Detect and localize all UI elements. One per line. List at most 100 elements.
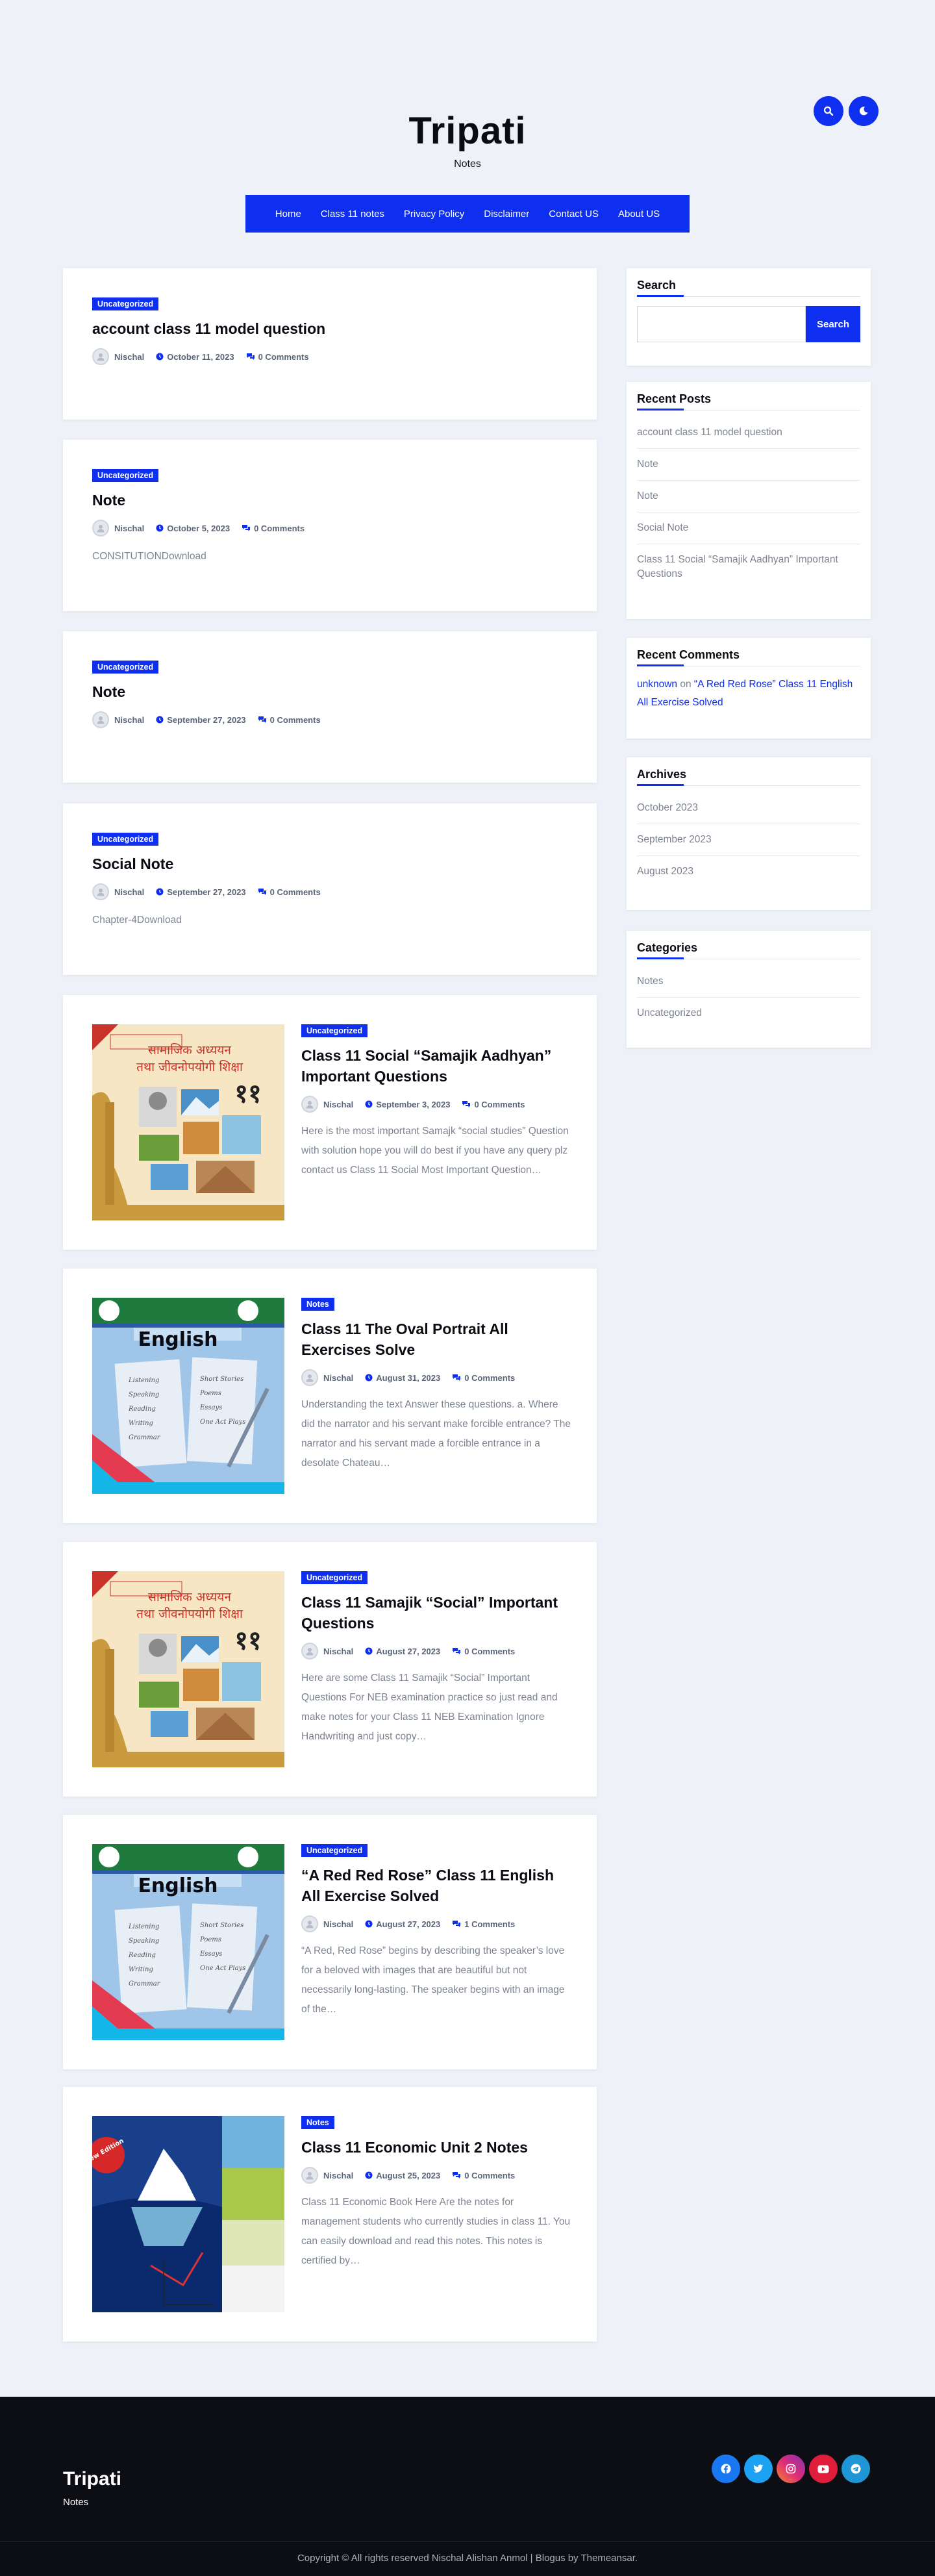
post-title[interactable]: Social Note: [92, 853, 566, 874]
post-thumbnail[interactable]: सामाजिक अध्ययन तथा जीवनोपयोगी शिक्षा ११: [92, 1024, 284, 1220]
post-thumbnail[interactable]: सामाजिक अध्ययन तथा जीवनोपयोगी शिक्षा ११: [92, 1571, 284, 1767]
post-title[interactable]: Note: [92, 681, 332, 702]
avatar[interactable]: [301, 1643, 318, 1660]
post-author[interactable]: Nischal: [114, 715, 144, 725]
post-author[interactable]: Nischal: [323, 1100, 353, 1109]
nav-privacy-policy[interactable]: Privacy Policy: [404, 208, 464, 220]
skill-grammar: Grammar: [129, 1434, 161, 1441]
post-title[interactable]: Note: [92, 490, 566, 511]
instagram-link[interactable]: [777, 2455, 805, 2483]
post-date[interactable]: August 25, 2023: [365, 2171, 440, 2180]
post-author[interactable]: Nischal: [323, 1373, 353, 1383]
post-comments[interactable]: 0 Comments: [452, 1647, 515, 1656]
widget-title: Recent Comments: [637, 648, 860, 666]
post-thumbnail[interactable]: New Edition: [92, 2116, 284, 2312]
genre-poems: Poems: [199, 1936, 221, 1943]
post-author[interactable]: Nischal: [323, 1919, 353, 1929]
category-badge[interactable]: Notes: [301, 1298, 334, 1311]
recent-comments-widget: Recent Comments unknown on “A Red Red Ro…: [627, 638, 871, 739]
comment-author-link[interactable]: unknown: [637, 679, 677, 690]
post-title[interactable]: “A Red Red Rose” Class 11 English All Ex…: [301, 1865, 574, 1906]
post-author[interactable]: Nischal: [114, 524, 144, 533]
post-date[interactable]: September 27, 2023: [156, 715, 246, 725]
post-card: सामाजिक अध्ययन तथा जीवनोपयोगी शिक्षा ११ …: [63, 995, 597, 1250]
avatar[interactable]: [301, 1369, 318, 1386]
nav-about-us[interactable]: About US: [618, 208, 660, 220]
recent-post-link[interactable]: Class 11 Social “Samajik Aadhyan” Import…: [637, 544, 860, 590]
category-link[interactable]: Notes: [637, 966, 860, 998]
category-badge[interactable]: Uncategorized: [301, 1844, 368, 1857]
post-comments[interactable]: 0 Comments: [258, 715, 321, 725]
post-comments[interactable]: 0 Comments: [258, 887, 321, 897]
category-link[interactable]: Uncategorized: [637, 998, 860, 1029]
search-input[interactable]: [637, 306, 806, 342]
post-thumbnail[interactable]: English Listening Speaking Reading Writi…: [92, 1844, 284, 2040]
category-badge[interactable]: Uncategorized: [92, 469, 159, 482]
twitter-link[interactable]: [744, 2455, 773, 2483]
post-title[interactable]: Class 11 Economic Unit 2 Notes: [301, 2137, 574, 2158]
post-date[interactable]: October 11, 2023: [156, 352, 234, 362]
post-comments[interactable]: 0 Comments: [452, 1373, 515, 1383]
post-date[interactable]: August 31, 2023: [365, 1373, 440, 1383]
nav-disclaimer[interactable]: Disclaimer: [484, 208, 529, 220]
avatar[interactable]: [301, 1096, 318, 1113]
category-badge[interactable]: Notes: [301, 2116, 334, 2129]
recent-post-link[interactable]: Social Note: [637, 512, 860, 544]
category-badge[interactable]: Uncategorized: [301, 1571, 368, 1584]
post-author[interactable]: Nischal: [323, 2171, 353, 2180]
nav-class-11-notes[interactable]: Class 11 notes: [321, 208, 384, 220]
avatar[interactable]: [92, 520, 109, 537]
skill-writing: Writing: [129, 1420, 153, 1427]
post-title[interactable]: Class 11 Social “Samajik Aadhyan” Import…: [301, 1045, 574, 1087]
telegram-link[interactable]: [842, 2455, 870, 2483]
post-date[interactable]: August 27, 2023: [365, 1919, 440, 1929]
nav-home[interactable]: Home: [275, 208, 301, 220]
post-excerpt: “A Red, Red Rose” begins by describing t…: [301, 1945, 565, 2015]
post-author[interactable]: Nischal: [114, 352, 144, 362]
genre-short-stories: Short Stories: [200, 1376, 243, 1383]
category-badge[interactable]: Uncategorized: [92, 661, 159, 674]
comments-icon: [453, 2172, 461, 2178]
avatar[interactable]: [92, 883, 109, 900]
post-title[interactable]: Class 11 The Oval Portrait All Exercises…: [301, 1319, 574, 1360]
post-author[interactable]: Nischal: [323, 1647, 353, 1656]
post-comments[interactable]: 1 Comments: [452, 1919, 515, 1929]
search-submit-button[interactable]: Search: [806, 306, 860, 342]
archives-widget: Archives October 2023 September 2023 Aug…: [627, 757, 871, 910]
site-title[interactable]: Tripati: [0, 109, 935, 153]
youtube-link[interactable]: [809, 2455, 838, 2483]
category-badge[interactable]: Uncategorized: [301, 1024, 368, 1037]
category-badge[interactable]: Uncategorized: [92, 297, 159, 310]
post-thumbnail[interactable]: English Listening Speaking Reading Writi…: [92, 1298, 284, 1494]
post-date[interactable]: September 27, 2023: [156, 887, 246, 897]
nav-contact-us[interactable]: Contact US: [549, 208, 599, 220]
archive-link[interactable]: August 2023: [637, 856, 860, 887]
post-date[interactable]: August 27, 2023: [365, 1647, 440, 1656]
facebook-link[interactable]: [712, 2455, 740, 2483]
archive-link[interactable]: October 2023: [637, 792, 860, 824]
post-comments[interactable]: 0 Comments: [246, 352, 309, 362]
post-meta: Nischal August 31, 2023 0 Comments: [301, 1369, 574, 1386]
avatar[interactable]: [92, 348, 109, 365]
post-title[interactable]: account class 11 model question: [92, 318, 325, 339]
social-studies-book-cover: सामाजिक अध्ययन तथा जीवनोपयोगी शिक्षा ११: [92, 1024, 284, 1220]
post-comments[interactable]: 0 Comments: [462, 1100, 525, 1109]
post-date[interactable]: October 5, 2023: [156, 524, 230, 533]
cover-title-line1: सामाजिक अध्ययन: [148, 1589, 231, 1604]
post-author[interactable]: Nischal: [114, 887, 144, 897]
footer-site-title[interactable]: Tripati: [63, 2468, 121, 2490]
avatar[interactable]: [301, 1915, 318, 1932]
post-comments[interactable]: 0 Comments: [452, 2171, 515, 2180]
recent-post-link[interactable]: Note: [637, 481, 860, 512]
post-date[interactable]: September 3, 2023: [365, 1100, 450, 1109]
post-comments[interactable]: 0 Comments: [242, 524, 305, 533]
recent-post-link[interactable]: account class 11 model question: [637, 417, 860, 449]
category-badge[interactable]: Uncategorized: [92, 833, 159, 846]
recent-post-link[interactable]: Note: [637, 449, 860, 481]
comments-icon: [242, 525, 251, 531]
post-title[interactable]: Class 11 Samajik “Social” Important Ques…: [301, 1592, 574, 1634]
archive-link[interactable]: September 2023: [637, 824, 860, 856]
avatar[interactable]: [301, 2167, 318, 2184]
avatar[interactable]: [92, 711, 109, 728]
skill-writing: Writing: [129, 1966, 153, 1973]
